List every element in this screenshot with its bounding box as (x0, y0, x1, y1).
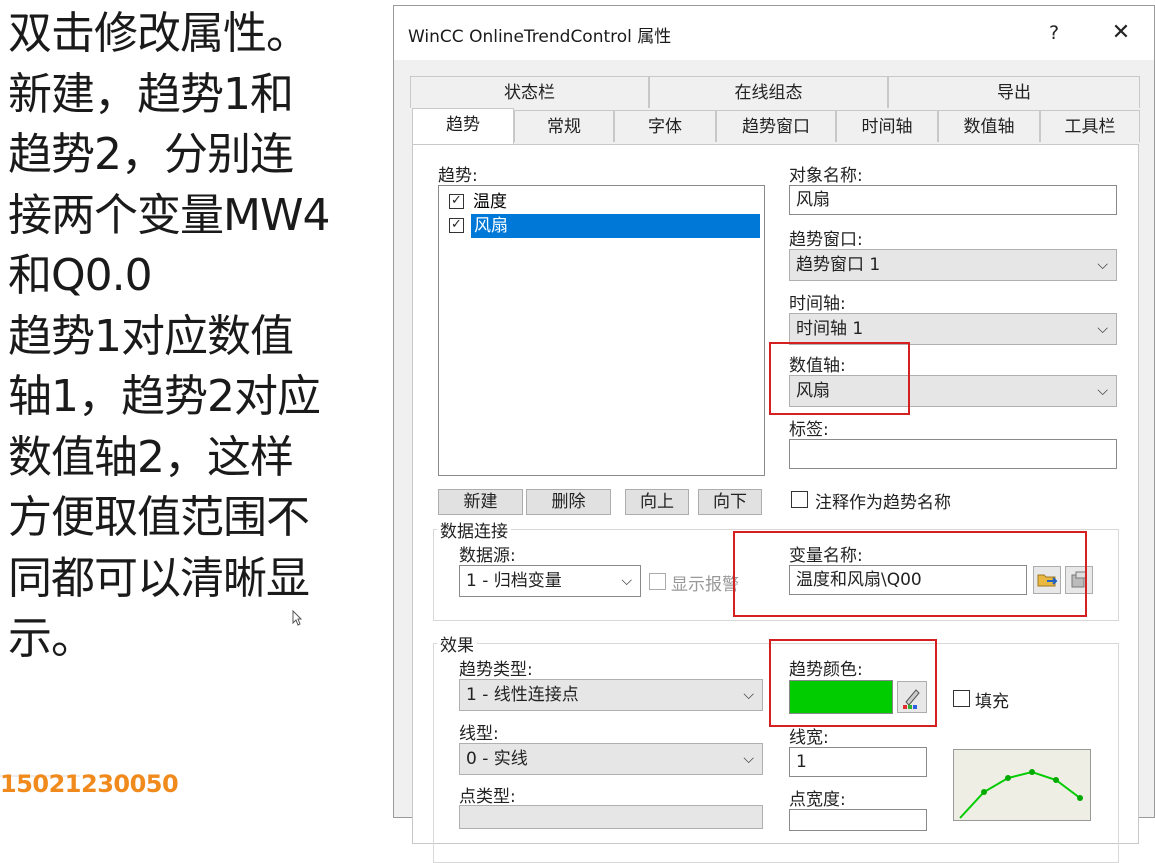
dialog-body: 状态栏 在线组态 导出 趋势 常规 字体 趋势窗口 时间轴 数值轴 工具栏 趋势… (394, 60, 1154, 863)
tab-value-axis[interactable]: 数值轴 (938, 110, 1040, 142)
list-item[interactable]: ✓ 风扇 (447, 214, 760, 238)
delete-button[interactable]: 删除 (526, 489, 611, 515)
trend-type-value: 1 - 线性连接点 (466, 685, 579, 705)
move-down-button[interactable]: 向下 (698, 489, 762, 515)
tab-time-axis[interactable]: 时间轴 (836, 110, 938, 142)
move-up-button[interactable]: 向上 (625, 489, 689, 515)
effect-title: 效果 (437, 631, 477, 656)
time-axis-label: 时间轴: (789, 294, 846, 314)
checkbox-checked-icon[interactable]: ✓ (449, 194, 464, 209)
tag-field[interactable] (789, 439, 1117, 469)
chevron-down-icon: ⌵ (1097, 321, 1108, 337)
caption-line: 接两个变量MW4 (8, 189, 330, 241)
trend-window-value: 趋势窗口 1 (796, 255, 881, 275)
fill-label: 填充 (975, 692, 1009, 712)
trend-item-label: 温度 (473, 192, 507, 212)
trend-item-label: 风扇 (471, 214, 760, 238)
data-connection-title: 数据连接 (437, 517, 511, 542)
close-button[interactable]: ✕ (1099, 18, 1143, 48)
comment-as-name-label: 注释作为趋势名称 (815, 493, 951, 513)
trend-type-label: 趋势类型: (459, 660, 533, 680)
line-type-label: 线型: (459, 724, 499, 744)
caption-line: 趋势2，分别连 (8, 129, 294, 180)
tab-trend[interactable]: 趋势 (412, 108, 514, 144)
highlight-variable-name (733, 531, 1087, 617)
highlight-value-axis (769, 342, 910, 415)
tab-font[interactable]: 字体 (614, 110, 716, 142)
line-type-value: 0 - 实线 (466, 749, 528, 769)
highlight-trend-color (769, 639, 937, 727)
caption-line: 轴1，趋势2对应 (8, 371, 321, 422)
tab-export[interactable]: 导出 (888, 76, 1140, 108)
caption-line: 趋势1对应数值 (8, 310, 294, 362)
chevron-down-icon: ⌵ (1097, 257, 1108, 273)
caption-text: 双击修改属性。 新建，趋势1和 趋势2，分别连 接两个变量MW4 和Q0.0 趋… (8, 4, 388, 670)
chevron-down-icon: ⌵ (743, 751, 754, 767)
chevron-down-icon: ⌵ (743, 687, 754, 703)
properties-dialog: WinCC OnlineTrendControl 属性 ? ✕ 状态栏 在线组态… (393, 5, 1155, 863)
point-width-field[interactable] (789, 809, 927, 831)
help-button[interactable]: ? (1034, 18, 1074, 48)
trend-list-label: 趋势: (438, 166, 478, 186)
comment-as-name-checkbox[interactable] (791, 491, 808, 508)
line-width-field[interactable]: 1 (789, 747, 927, 777)
caption-line: 示。 (8, 613, 95, 664)
data-source-select[interactable]: 1 - 归档变量 ⌵ (459, 565, 641, 597)
caption-line: 数值轴2，这样 (8, 431, 294, 483)
tab-online-config[interactable]: 在线组态 (649, 76, 888, 108)
point-width-label: 点宽度: (789, 790, 846, 810)
tab-status-bar[interactable]: 状态栏 (410, 76, 649, 108)
point-type-select[interactable] (459, 805, 763, 829)
caption-line: 方便取值范围不 (8, 492, 310, 543)
tab-general[interactable]: 常规 (514, 110, 614, 142)
phone-number: 15021230050 (0, 770, 179, 798)
tab-toolbar[interactable]: 工具栏 (1040, 110, 1140, 142)
title-bar: WinCC OnlineTrendControl 属性 ? ✕ (394, 6, 1154, 60)
trend-tab-panel: 趋势: ✓ 温度 ✓ 风扇 新建 删除 向上 向下 对象名称: 风扇 趋势窗口:… (412, 144, 1139, 863)
trend-list[interactable]: ✓ 温度 ✓ 风扇 (438, 185, 765, 476)
fill-checkbox[interactable] (953, 690, 970, 707)
show-alarm-label: 显示报警 (671, 575, 739, 595)
chevron-down-icon: ⌵ (621, 573, 632, 589)
trend-preview (953, 749, 1091, 821)
checkbox-checked-icon[interactable]: ✓ (449, 218, 464, 233)
object-name-label: 对象名称: (789, 166, 863, 186)
caption-line: 双击修改属性。 (8, 8, 310, 59)
data-source-label: 数据源: (459, 546, 516, 566)
tag-label: 标签: (789, 420, 829, 440)
caption-line: 新建，趋势1和 (8, 68, 294, 120)
dialog-title: WinCC OnlineTrendControl 属性 (408, 27, 672, 47)
object-name-field[interactable]: 风扇 (789, 185, 1117, 215)
line-type-select[interactable]: 0 - 实线 ⌵ (459, 743, 763, 775)
chevron-down-icon: ⌵ (1097, 383, 1108, 399)
data-source-value: 1 - 归档变量 (466, 571, 562, 591)
trend-window-label: 趋势窗口: (789, 230, 863, 250)
trend-preview-graphic (959, 769, 1083, 819)
caption-line: 和Q0.0 (8, 250, 153, 301)
trend-type-select[interactable]: 1 - 线性连接点 ⌵ (459, 679, 763, 711)
caption-line: 同都可以清晰显 (8, 552, 310, 604)
new-button[interactable]: 新建 (438, 489, 523, 515)
show-alarm-checkbox[interactable] (649, 573, 666, 590)
trend-window-select[interactable]: 趋势窗口 1 ⌵ (789, 249, 1117, 281)
mouse-cursor-icon (292, 610, 302, 626)
time-axis-value: 时间轴 1 (796, 319, 864, 339)
point-type-label: 点类型: (459, 787, 516, 807)
tab-trend-window[interactable]: 趋势窗口 (716, 110, 836, 142)
time-axis-select[interactable]: 时间轴 1 ⌵ (789, 313, 1117, 345)
